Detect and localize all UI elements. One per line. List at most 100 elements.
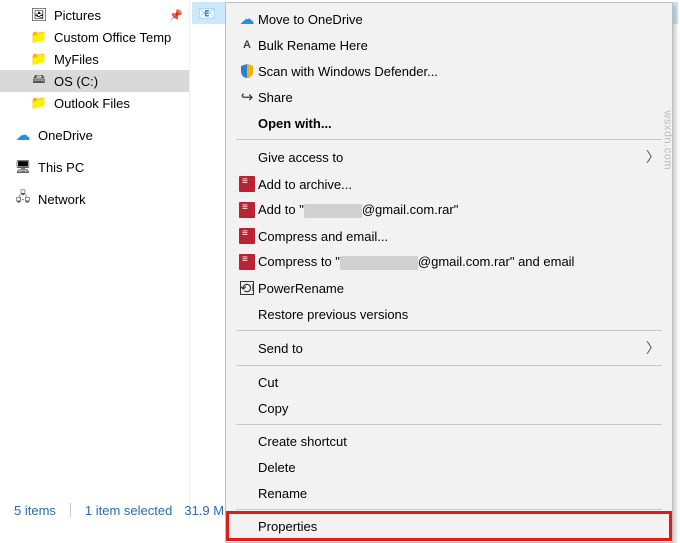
sidebar-nav: Pictures 📌 Custom Office Temp MyFiles OS… xyxy=(0,0,190,522)
menu-create-shortcut[interactable]: Create shortcut xyxy=(228,428,670,454)
menu-cut[interactable]: Cut xyxy=(228,369,670,395)
sidebar-item-label: MyFiles xyxy=(54,52,99,67)
menu-compress-to-named-and-email[interactable]: Compress to " @gmail.com.rar" and email xyxy=(228,249,670,275)
sidebar-item-os-c[interactable]: OS (C:) xyxy=(0,70,189,92)
menu-item-label: Compress and email... xyxy=(258,229,660,244)
menu-item-label: Scan with Windows Defender... xyxy=(258,64,660,79)
blank-icon xyxy=(236,432,258,450)
drive-icon xyxy=(30,73,48,89)
sidebar-item-this-pc[interactable]: This PC xyxy=(0,156,189,178)
menu-item-label: Bulk Rename Here xyxy=(258,38,660,53)
sidebar-item-pictures[interactable]: Pictures 📌 xyxy=(0,4,189,26)
sidebar-item-label: Network xyxy=(38,192,86,207)
sidebar-item-label: Outlook Files xyxy=(54,96,130,111)
menu-separator xyxy=(236,139,662,140)
menu-separator xyxy=(236,509,662,510)
context-menu: Move to OneDrive Bulk Rename Here Scan w… xyxy=(225,2,673,543)
text-suffix: @gmail.com.rar" xyxy=(362,202,459,217)
sidebar-item-outlook-files[interactable]: Outlook Files xyxy=(0,92,189,114)
text-prefix: Add to " xyxy=(258,202,304,217)
blank-icon xyxy=(236,373,258,391)
menu-add-to-archive[interactable]: Add to archive... xyxy=(228,171,670,197)
menu-item-label: Give access to xyxy=(258,150,646,165)
menu-share[interactable]: Share xyxy=(228,84,670,110)
menu-properties[interactable]: Properties xyxy=(228,513,670,539)
menu-scan-defender[interactable]: Scan with Windows Defender... xyxy=(228,58,670,84)
menu-separator xyxy=(236,330,662,331)
blank-icon xyxy=(236,148,258,166)
text-prefix: Compress to " xyxy=(258,254,340,269)
menu-item-label: Cut xyxy=(258,375,660,390)
this-pc-icon xyxy=(14,159,32,175)
onedrive-icon xyxy=(14,127,32,143)
menu-item-label: PowerRename xyxy=(258,281,660,296)
status-bar: 5 items 1 item selected 31.9 M xyxy=(0,498,224,522)
watermark-text: wsxdn.com xyxy=(662,110,674,170)
menu-item-label: Compress to " @gmail.com.rar" and email xyxy=(258,254,660,270)
sidebar-item-myfiles[interactable]: MyFiles xyxy=(0,48,189,70)
blank-icon xyxy=(236,339,258,357)
status-divider xyxy=(70,503,71,517)
sidebar-item-onedrive[interactable]: OneDrive xyxy=(0,124,189,146)
menu-item-label: Add to archive... xyxy=(258,177,660,192)
menu-delete[interactable]: Delete xyxy=(228,454,670,480)
sidebar-item-label: OS (C:) xyxy=(54,74,98,89)
bulk-rename-icon xyxy=(236,36,258,54)
status-items-count: 5 items xyxy=(14,503,56,518)
menu-item-label: Copy xyxy=(258,401,660,416)
blank-icon xyxy=(236,517,258,535)
folder-icon xyxy=(30,29,48,45)
menu-item-label: Create shortcut xyxy=(258,434,660,449)
sidebar-item-label: OneDrive xyxy=(38,128,93,143)
sidebar-item-label: Pictures xyxy=(54,8,101,23)
winrar-icon xyxy=(236,227,258,245)
outlook-data-file-icon xyxy=(198,4,216,22)
menu-item-label: Add to " @gmail.com.rar" xyxy=(258,202,660,218)
menu-bulk-rename[interactable]: Bulk Rename Here xyxy=(228,32,670,58)
menu-separator xyxy=(236,365,662,366)
submenu-arrow-icon: 〉 xyxy=(646,147,660,167)
menu-item-label: Move to OneDrive xyxy=(258,12,660,27)
sidebar-item-custom-office[interactable]: Custom Office Temp xyxy=(0,26,189,48)
menu-item-label: Properties xyxy=(258,519,660,534)
folder-icon xyxy=(30,95,48,111)
status-selected: 1 item selected xyxy=(85,503,172,518)
winrar-icon xyxy=(236,253,258,271)
menu-separator xyxy=(236,424,662,425)
menu-give-access-to[interactable]: Give access to 〉 xyxy=(228,143,670,171)
menu-item-label: Restore previous versions xyxy=(258,307,660,322)
pictures-icon xyxy=(30,7,48,23)
sidebar-item-label: This PC xyxy=(38,160,84,175)
submenu-arrow-icon: 〉 xyxy=(646,338,660,358)
sidebar-item-label: Custom Office Temp xyxy=(54,30,171,45)
menu-restore-previous-versions[interactable]: Restore previous versions xyxy=(228,301,670,327)
text-suffix: @gmail.com.rar" and email xyxy=(418,254,575,269)
menu-item-label: Delete xyxy=(258,460,660,475)
menu-compress-and-email[interactable]: Compress and email... xyxy=(228,223,670,249)
menu-power-rename[interactable]: I PowerRename xyxy=(228,275,670,301)
power-rename-icon: I xyxy=(236,279,258,297)
winrar-icon xyxy=(236,201,258,219)
menu-item-label: Open with... xyxy=(258,116,660,131)
blank-icon xyxy=(236,458,258,476)
blank-icon xyxy=(236,114,258,132)
menu-send-to[interactable]: Send to 〉 xyxy=(228,334,670,362)
redacted-text xyxy=(304,204,362,218)
menu-add-to-named-rar[interactable]: Add to " @gmail.com.rar" xyxy=(228,197,670,223)
menu-copy[interactable]: Copy xyxy=(228,395,670,421)
pin-icon: 📌 xyxy=(169,9,183,22)
status-size: 31.9 M xyxy=(184,503,224,518)
menu-item-label: Share xyxy=(258,90,660,105)
onedrive-icon xyxy=(236,10,258,28)
sidebar-item-network[interactable]: Network xyxy=(0,188,189,210)
menu-move-to-onedrive[interactable]: Move to OneDrive xyxy=(228,6,670,32)
share-icon xyxy=(236,88,258,106)
folder-icon xyxy=(30,51,48,67)
menu-open-with[interactable]: Open with... xyxy=(228,110,670,136)
menu-item-label: Rename xyxy=(258,486,660,501)
menu-rename[interactable]: Rename xyxy=(228,480,670,506)
network-icon xyxy=(14,191,32,207)
winrar-icon xyxy=(236,175,258,193)
blank-icon xyxy=(236,305,258,323)
blank-icon xyxy=(236,484,258,502)
